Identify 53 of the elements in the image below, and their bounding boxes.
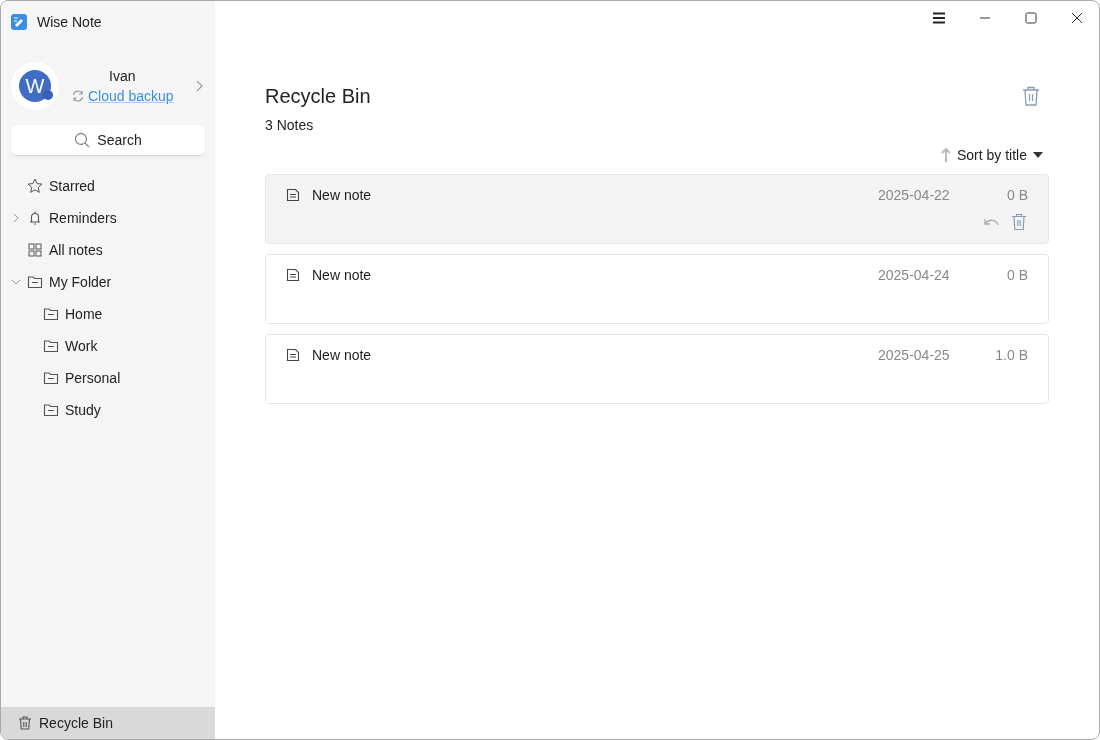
avatar[interactable]: W — [11, 62, 59, 110]
note-title: New note — [312, 187, 373, 203]
chevron-right-icon[interactable] — [195, 80, 203, 92]
caret-icon — [1033, 152, 1043, 158]
note-size: 0 B — [1006, 267, 1028, 283]
search-icon — [74, 132, 91, 148]
app-title: Wise Note — [37, 14, 102, 30]
note-date: 2025-04-24 — [878, 267, 951, 283]
sidebar-item[interactable]: Starred — [1, 170, 215, 202]
sidebar-item[interactable]: Reminders — [1, 202, 215, 234]
folder-icon — [43, 402, 59, 418]
star-icon — [27, 178, 43, 194]
bell-icon — [27, 210, 43, 226]
search-button[interactable]: Search — [11, 125, 205, 155]
trash-icon[interactable] — [1010, 213, 1028, 231]
note-size: 0 B — [1006, 187, 1028, 203]
trash-icon[interactable] — [1022, 86, 1040, 106]
note-title: New note — [312, 267, 373, 283]
note-count: 3 Notes — [265, 117, 315, 133]
note-size: 1.0 B — [994, 347, 1028, 363]
maximize-icon[interactable] — [1025, 12, 1037, 24]
note-card[interactable]: New note 2025-04-22 0 B — [265, 174, 1049, 244]
sidebar-item[interactable]: All notes — [1, 234, 215, 266]
document-icon — [286, 188, 300, 202]
menu-icon[interactable] — [933, 12, 945, 24]
folder-icon — [27, 274, 43, 290]
grid-icon — [27, 242, 43, 258]
close-icon[interactable] — [1071, 12, 1083, 24]
sidebar-item[interactable]: Work — [1, 330, 215, 362]
trash-icon — [17, 715, 33, 731]
sidebar-item[interactable]: My Folder — [1, 266, 215, 298]
document-icon — [286, 268, 300, 282]
app-logo-icon — [11, 14, 27, 30]
note-card[interactable]: New note 2025-04-24 0 B — [265, 254, 1049, 324]
page-title: Recycle Bin — [265, 84, 371, 108]
chevron-right-icon[interactable] — [11, 213, 21, 223]
arrow-up-icon — [940, 148, 951, 162]
user-name: Ivan — [109, 68, 136, 84]
sort-button[interactable]: Sort by title — [940, 147, 1049, 163]
note-date: 2025-04-22 — [878, 187, 951, 203]
note-card[interactable]: New note 2025-04-25 1.0 B — [265, 334, 1049, 404]
recycle-bin-item[interactable]: Recycle Bin — [1, 707, 215, 739]
folder-icon — [43, 338, 59, 354]
sidebar-item[interactable]: Study — [1, 394, 215, 426]
sync-icon — [71, 89, 85, 103]
sidebar-item[interactable]: Home — [1, 298, 215, 330]
note-title: New note — [312, 347, 373, 363]
folder-icon — [43, 306, 59, 322]
folder-icon — [43, 370, 59, 386]
sidebar-item[interactable]: Personal — [1, 362, 215, 394]
note-date: 2025-04-25 — [878, 347, 951, 363]
chevron-down-icon[interactable] — [11, 277, 21, 287]
document-icon — [286, 348, 300, 362]
